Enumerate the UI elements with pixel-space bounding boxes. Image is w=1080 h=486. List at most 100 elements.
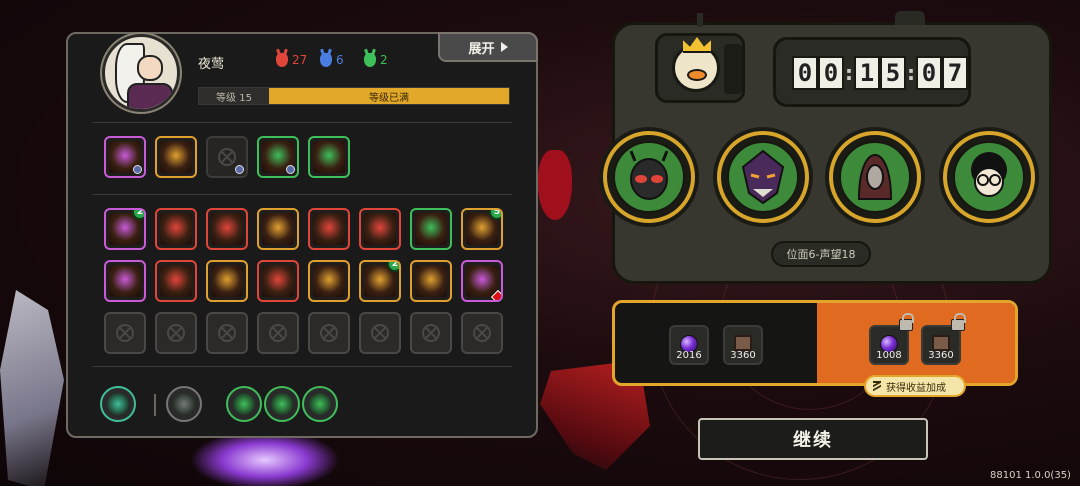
bg-purple-glow — [190, 430, 340, 486]
ability-button[interactable] — [166, 386, 202, 422]
crown-burst-icon — [309, 393, 331, 415]
teammate-portrait[interactable] — [829, 131, 921, 223]
timer-second-ones: 7 — [942, 56, 968, 90]
glasses-face-icon — [971, 152, 1007, 197]
bg-red-shape — [538, 150, 572, 220]
red-mask-icon — [276, 53, 288, 67]
avatar[interactable] — [102, 34, 180, 112]
timer-display: 0 0 : 1 5 : 0 7 — [773, 37, 971, 107]
locked-slot-icon — [116, 324, 134, 342]
skill-slot[interactable] — [461, 260, 503, 302]
level-status: 等级已满 — [269, 88, 509, 104]
reward-item[interactable]: 3360 — [723, 325, 763, 365]
demon-face-icon — [741, 149, 785, 205]
teammate-portrait[interactable] — [717, 131, 809, 223]
skill-slot[interactable] — [359, 208, 401, 250]
locked-slot-icon — [320, 324, 338, 342]
skill-slot[interactable]: 2 — [359, 260, 401, 302]
skill-slot-locked — [461, 312, 503, 354]
ability-button[interactable] — [264, 386, 300, 422]
locked-slot-icon — [371, 324, 389, 342]
hooded-face-icon — [857, 153, 893, 200]
skill-slot[interactable] — [257, 260, 299, 302]
team-board: 0 0 : 1 5 : 0 7 位面6-声望18 — [603, 11, 1052, 284]
locked-slot-icon — [218, 324, 236, 342]
resource-red: 27 — [276, 53, 307, 67]
skill-slot[interactable] — [308, 260, 350, 302]
crystal-icon — [415, 265, 447, 297]
skill-slot[interactable] — [206, 208, 248, 250]
skill-slot[interactable]: 2 — [104, 208, 146, 250]
locked-slot-icon — [473, 324, 491, 342]
target-icon — [233, 393, 255, 415]
skill-slot[interactable] — [257, 208, 299, 250]
equipment-slot[interactable] — [308, 136, 350, 178]
level-badge: 2 — [387, 262, 399, 272]
bonus-reward-item[interactable]: 3360 — [921, 313, 966, 365]
teammate-portrait[interactable] — [943, 131, 1035, 223]
skill-slot[interactable] — [104, 260, 146, 302]
resource-blue-value: 6 — [336, 53, 344, 67]
locked-slot-icon — [167, 324, 185, 342]
locked-slot-icon — [269, 324, 287, 342]
gun-icon — [173, 393, 195, 415]
leader-badge — [655, 33, 745, 103]
version-label: 88101 1.0.0(35) — [990, 470, 1071, 481]
rarity-dot-icon — [235, 165, 244, 174]
reward-item[interactable]: 2016 — [669, 325, 709, 365]
coil-icon — [107, 393, 129, 415]
character-panel: 夜莺 27 6 2 展开 等级 15 等级已满 2 5 2 — [66, 32, 538, 438]
level-label: 等级 15 — [199, 88, 269, 104]
equipment-slot[interactable] — [155, 136, 197, 178]
realm-label: 位面6-声望18 — [771, 241, 871, 267]
claw-icon — [211, 213, 243, 245]
skill-slot-locked — [359, 312, 401, 354]
expand-button[interactable]: 展开 — [438, 32, 538, 62]
timer-minute-ones: 5 — [880, 56, 906, 90]
skill-slot[interactable] — [410, 260, 452, 302]
fox-mask-icon — [262, 265, 294, 297]
skill-slot[interactable] — [155, 208, 197, 250]
resource-green: 2 — [364, 53, 388, 67]
locked-slot-icon — [422, 324, 440, 342]
lock-icon — [899, 313, 914, 331]
skill-slot-locked — [308, 312, 350, 354]
rune-orb-icon — [466, 265, 498, 297]
skill-slot[interactable]: 5 — [461, 208, 503, 250]
ability-button[interactable] — [100, 386, 136, 422]
bonus-reward-item[interactable]: 1008 — [869, 313, 914, 365]
bullets-icon — [160, 265, 192, 297]
timer-colon: : — [907, 61, 915, 85]
equipment-slot[interactable] — [104, 136, 146, 178]
lock-icon — [951, 313, 966, 331]
mask-face-icon — [629, 150, 669, 200]
blue-mask-icon — [320, 53, 332, 67]
skill-slot[interactable] — [155, 260, 197, 302]
shield-rune-icon — [313, 213, 345, 245]
chain-icon — [262, 213, 294, 245]
continue-button[interactable]: 继续 — [698, 418, 928, 460]
player-name: 夜莺 — [198, 57, 225, 72]
equipment-slot-empty[interactable] — [206, 136, 248, 178]
skill-slot[interactable] — [410, 208, 452, 250]
bonus-reward-area — [817, 303, 1015, 383]
timer-hour-tens: 0 — [792, 56, 818, 90]
skill-slot-locked — [104, 312, 146, 354]
reward-count: 2016 — [676, 350, 702, 361]
timer-minute-tens: 1 — [854, 56, 880, 90]
bonus-tag[interactable]: 获得收益加成 — [864, 375, 966, 397]
equipment-slot[interactable] — [257, 136, 299, 178]
rarity-dot-icon — [286, 165, 295, 174]
teammate-portrait[interactable] — [603, 131, 695, 223]
rarity-dot-icon — [133, 165, 142, 174]
ability-button[interactable] — [302, 386, 338, 422]
timer-hour-ones: 0 — [818, 56, 844, 90]
rewards-panel: 2016 3360 1008 3360 — [612, 300, 1018, 386]
skill-slot[interactable] — [308, 208, 350, 250]
pillar-icon — [415, 213, 447, 245]
ability-button[interactable] — [226, 386, 262, 422]
divider — [92, 366, 512, 367]
tablet-icon — [734, 335, 752, 351]
badge-tab — [724, 44, 742, 94]
skill-slot[interactable] — [206, 260, 248, 302]
